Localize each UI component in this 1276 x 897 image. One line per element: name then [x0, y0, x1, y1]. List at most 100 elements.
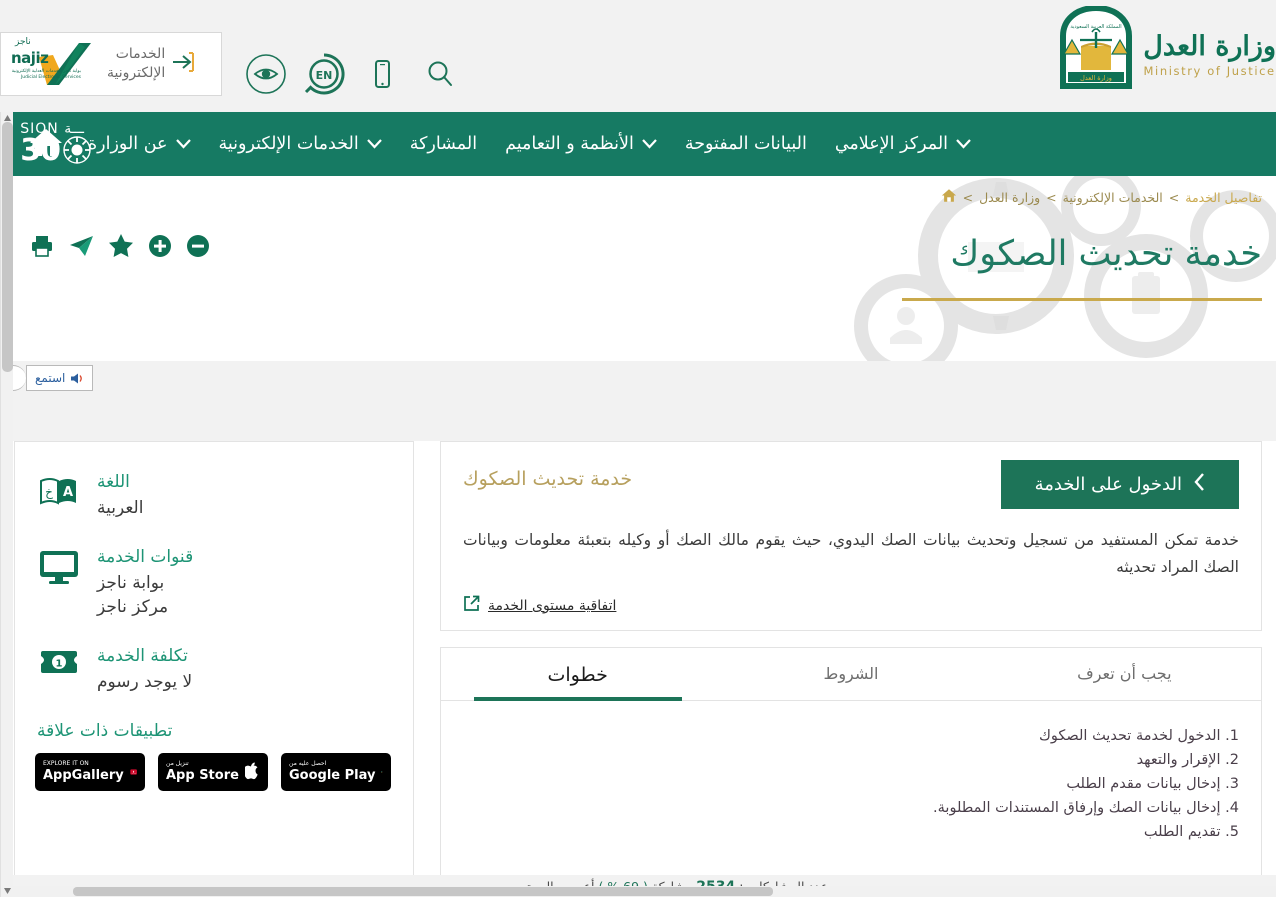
top-bar: ناجز najiz بوابة ناجز للخدمات العدلية ال…	[0, 0, 1276, 112]
najiz-services-box[interactable]: ناجز najiz بوابة ناجز للخدمات العدلية ال…	[0, 32, 222, 96]
listen-label: استمع	[35, 371, 66, 385]
tab-conditions[interactable]: الشروط	[714, 648, 987, 700]
related-apps-title: تطبيقات ذات علاقة	[37, 720, 173, 741]
monitor-icon	[37, 547, 81, 585]
breadcrumb-item-eservices[interactable]: الخدمات الإلكترونية	[1063, 190, 1163, 205]
horizontal-scrollbar[interactable]	[13, 886, 1276, 897]
nav-item-media-center[interactable]: المركز الإعلامي	[821, 134, 985, 154]
breadcrumb: تفاصيل الخدمة > الخدمات الإلكترونية > وز…	[941, 188, 1262, 206]
badge-top-label: احصل عليه من	[289, 760, 327, 768]
nav-item-regulations[interactable]: الأنظمة و التعاميم	[491, 134, 671, 154]
chevron-left-icon	[1194, 473, 1205, 496]
nav-label: المشاركة	[409, 134, 478, 154]
nav-label: المركز الإعلامي	[834, 134, 949, 154]
badge-bottom-label: Google Play	[289, 768, 376, 784]
horizontal-scroll-thumb[interactable]	[73, 887, 773, 896]
ministry-logo-text: وزارة العدل Ministry of Justice	[1143, 21, 1276, 78]
info-row-channels: قنوات الخدمة بوابة ناجز مركز ناجز	[37, 547, 391, 620]
speaker-icon	[71, 373, 83, 383]
hero-banner: تفاصيل الخدمة > الخدمات الإلكترونية > وز…	[0, 176, 1276, 361]
najiz-logo: ناجز najiz بوابة ناجز للخدمات العدلية ال…	[9, 37, 101, 87]
zoom-in-button[interactable]	[148, 234, 172, 262]
najiz-subtitle: بوابة ناجز للخدمات العدلية الإلكترونية J…	[11, 69, 81, 80]
vision-number: 30	[20, 132, 61, 168]
mobile-icon[interactable]	[360, 52, 404, 96]
nav-label: عن الوزارة	[88, 134, 168, 154]
vertical-scroll-thumb[interactable]	[2, 122, 13, 372]
appgallery-badge[interactable]: HUAWEI EXPLORE IT ON AppGallery	[35, 752, 145, 791]
service-description: خدمة تمكن المستفيد من تسجيل وتحديث بيانا…	[463, 531, 1239, 577]
vision-2030-logo: SION ـــة 30	[0, 112, 92, 176]
nav-label: الخدمات الإلكترونية	[218, 134, 359, 154]
sla-link[interactable]: اتفاقية مستوى الخدمة	[488, 598, 616, 614]
najiz-latin-word: najiz	[11, 49, 49, 67]
step-item: 5. تقديم الطلب	[1143, 823, 1239, 840]
search-icon[interactable]	[418, 52, 462, 96]
accessibility-eye-icon[interactable]	[244, 52, 288, 96]
tab-panel-steps: 1. الدخول لخدمة تحديث الصكوك 2. الإقرار …	[441, 701, 1261, 875]
money-icon: 1	[37, 646, 81, 676]
service-card-title: خدمة تحديث الصكوك	[463, 468, 633, 490]
step-item: 1. الدخول لخدمة تحديث الصكوك	[1038, 728, 1239, 745]
badge-bottom-label: App Store	[166, 768, 239, 784]
tab-steps[interactable]: خطوات	[441, 648, 714, 702]
enter-service-button[interactable]: الدخول على الخدمة	[1000, 460, 1239, 509]
ministry-name-arabic: وزارة العدل	[1143, 30, 1276, 62]
svg-text:وزارة العدل: وزارة العدل	[1080, 74, 1112, 82]
app-store-badge[interactable]: تنزيل من App Store	[158, 752, 268, 791]
svg-text:1: 1	[56, 658, 63, 669]
print-button[interactable]	[30, 234, 54, 262]
zoom-out-button[interactable]	[186, 234, 210, 262]
english-language-icon[interactable]: EN	[302, 52, 346, 96]
chevron-down-icon	[175, 134, 191, 154]
google-play-badge[interactable]: احصل عليه من Google Play	[281, 752, 391, 791]
ministry-name-english: Ministry of Justice	[1143, 63, 1276, 78]
readspeaker-listen-widget[interactable]: استمع	[0, 365, 94, 391]
najiz-arabic-word: ناجز	[15, 37, 31, 47]
scroll-down-arrow-icon[interactable]	[3, 886, 12, 895]
content-area: الدخول على الخدمة خدمة تحديث الصكوك خدمة…	[0, 441, 1276, 886]
ministry-of-justice-logo[interactable]: وزارة العدل Ministry of Justice المملكة …	[1059, 6, 1276, 92]
vertical-scrollbar[interactable]	[0, 112, 13, 897]
apple-icon	[244, 762, 258, 779]
step-item: 2. الإقرار والتعهد	[1136, 752, 1239, 769]
favorite-star-button[interactable]	[108, 233, 134, 262]
nav-item-participation[interactable]: المشاركة	[396, 134, 491, 154]
app-store-badges: احصل عليه من Google Play تنزيل من App St…	[35, 752, 391, 791]
breadcrumb-current[interactable]: تفاصيل الخدمة	[1185, 190, 1262, 205]
enter-arrow-icon	[171, 49, 197, 79]
info-row-language: خ A اللغة العربية	[37, 472, 391, 521]
nav-item-eservices[interactable]: الخدمات الإلكترونية	[205, 134, 396, 154]
svg-text:A: A	[63, 485, 73, 500]
service-info-column: خ A اللغة العربية قنوات الخدمة بوابة ناج…	[14, 441, 414, 886]
najiz-services-label: الخدمات الإلكترونية	[107, 46, 166, 81]
breadcrumb-item-ministry[interactable]: وزارة العدل	[979, 190, 1040, 205]
ministry-emblem-icon: المملكة العربية السعودية وزارة العدل	[1060, 6, 1133, 89]
listen-label-wrap[interactable]: استمع	[26, 365, 94, 391]
info-label: تكلفة الخدمة	[97, 645, 188, 666]
sla-link-row[interactable]: اتفاقية مستوى الخدمة	[463, 595, 1239, 616]
tab-must-know[interactable]: يجب أن تعرف	[988, 648, 1261, 700]
badge-bottom-label: AppGallery	[43, 768, 124, 784]
page-action-icons	[30, 233, 210, 262]
share-button[interactable]	[68, 234, 94, 262]
step-item: 3. إدخال بيانات مقدم الطلب	[1066, 776, 1239, 793]
chevron-down-icon	[642, 134, 657, 154]
page-title: خدمة تحديث الصكوك	[950, 234, 1262, 274]
google-play-icon	[381, 770, 383, 773]
nav-item-open-data[interactable]: البيانات المفتوحة	[671, 134, 821, 154]
info-value: بوابة ناجز مركز ناجز	[97, 572, 169, 618]
breadcrumb-separator: >	[962, 189, 974, 205]
translate-icon: خ A	[37, 472, 81, 512]
nav-item-about-ministry[interactable]: عن الوزارة	[74, 134, 205, 154]
info-label: قنوات الخدمة	[97, 546, 194, 567]
external-link-icon	[463, 595, 480, 616]
service-info-card: خ A اللغة العربية قنوات الخدمة بوابة ناج…	[14, 441, 414, 884]
chevron-down-icon	[366, 134, 382, 154]
breadcrumb-home-icon[interactable]	[941, 188, 957, 206]
nav-items-list: المركز الإعلامي البيانات المفتوحة الأنظم…	[0, 126, 985, 163]
service-tabs-card: يجب أن تعرف الشروط خطوات 1. الدخول لخدمة…	[440, 647, 1262, 876]
svg-text:EN: EN	[316, 69, 333, 82]
info-label: اللغة	[97, 472, 130, 492]
info-row-cost: 1 تكلفة الخدمة لا يوجد رسوم	[37, 646, 391, 695]
